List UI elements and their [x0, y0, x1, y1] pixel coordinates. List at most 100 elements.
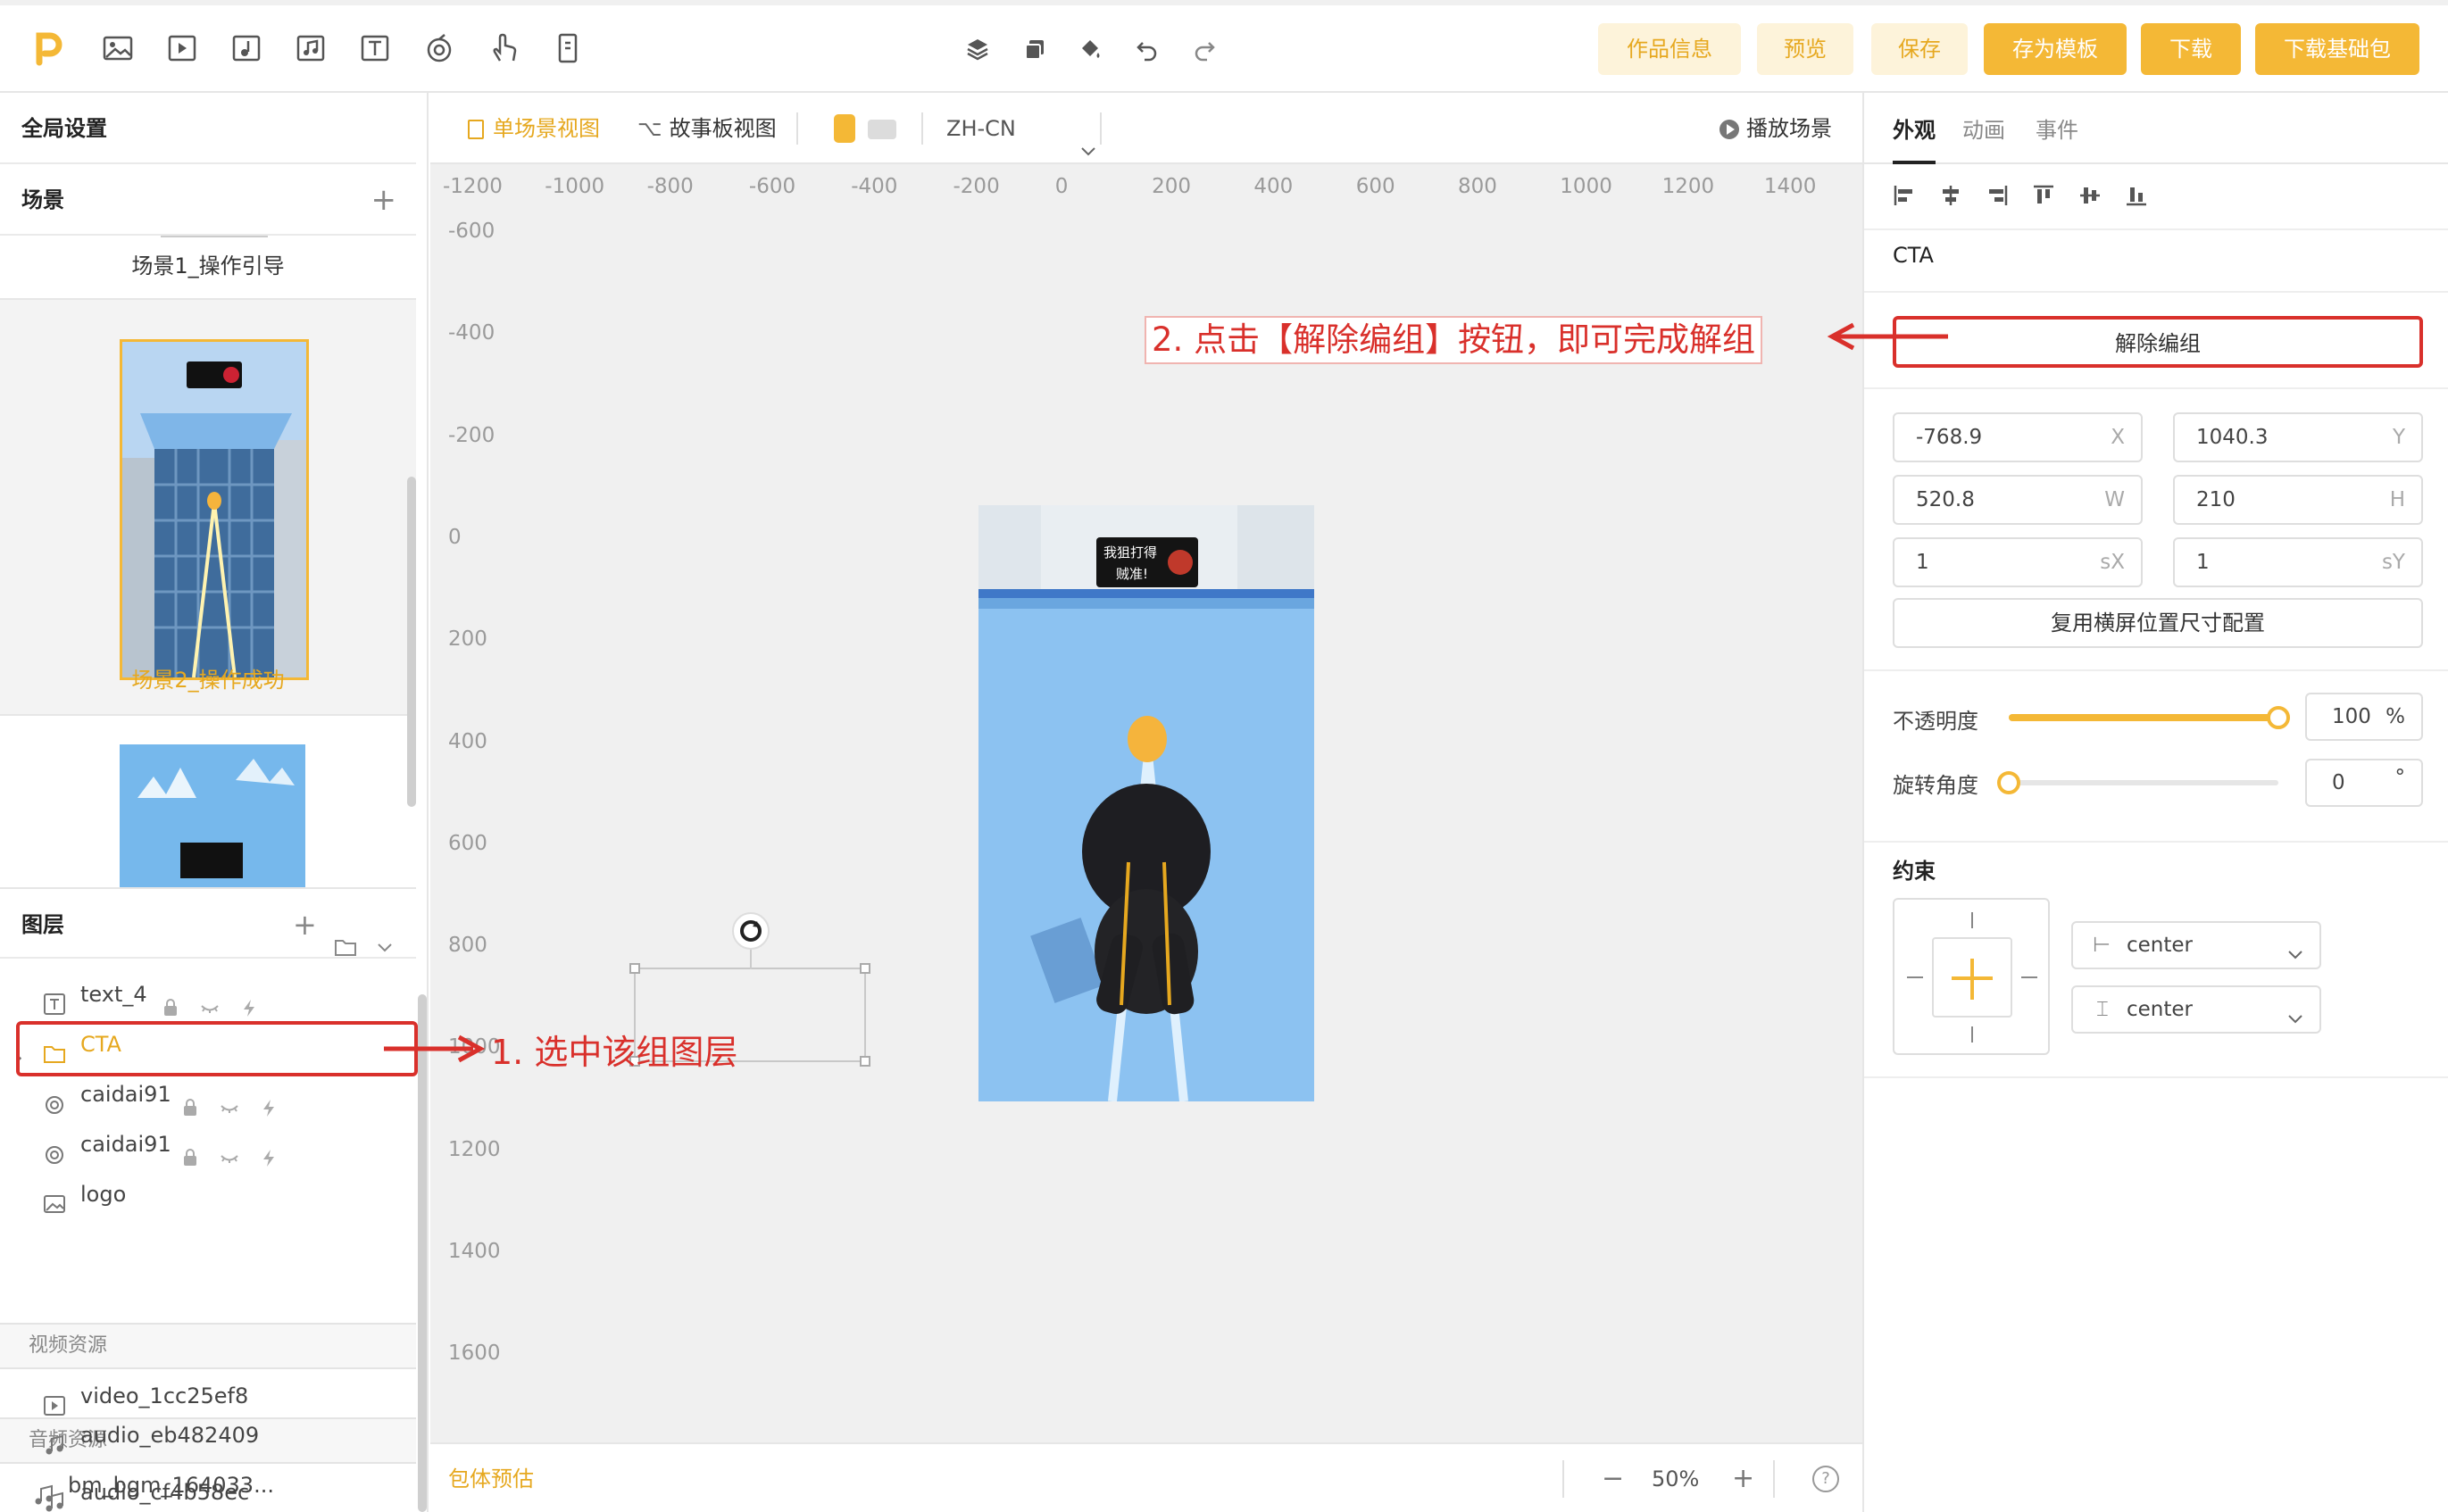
resize-handle[interactable] — [629, 963, 640, 974]
text-icon[interactable] — [359, 32, 391, 64]
scene-thumb-edge — [161, 236, 268, 237]
constraint-right[interactable] — [2021, 976, 2037, 978]
zoom-in-button[interactable]: + — [1732, 1444, 1754, 1512]
align-top-icon[interactable] — [2032, 184, 2055, 211]
align-center-h-icon[interactable] — [1939, 184, 1962, 211]
rotation-slider-knob[interactable] — [1997, 771, 2020, 794]
ungroup-button[interactable]: 解除编组 — [1893, 316, 2423, 368]
single-scene-view-tab[interactable]: 单场景视图 — [468, 93, 600, 164]
scale-x-field[interactable]: 1 sX — [1893, 537, 2143, 587]
portrait-toggle[interactable] — [834, 114, 855, 143]
download-base-button[interactable]: 下载基础包 — [2255, 23, 2419, 75]
align-right-icon[interactable] — [1986, 184, 2009, 211]
scene-scrollbar[interactable] — [407, 477, 416, 807]
tab-animation[interactable]: 动画 — [1962, 112, 2005, 144]
global-settings-header[interactable]: 全局设置 — [0, 93, 416, 164]
layer-row[interactable]: logo — [0, 1169, 416, 1219]
folder-icon[interactable] — [334, 914, 357, 956]
align-left-icon[interactable] — [1893, 184, 1916, 211]
align-middle-v-icon[interactable] — [2078, 184, 2102, 211]
copy-icon[interactable] — [1021, 36, 1048, 62]
storyboard-view-tab[interactable]: ⌥ 故事板视图 — [637, 93, 777, 164]
chevron-down-icon — [1078, 118, 1098, 156]
lightning-icon[interactable] — [259, 1135, 279, 1167]
video-icon[interactable] — [166, 32, 198, 64]
game-banner-line1: 我狙打得 — [1103, 544, 1157, 561]
height-unit: H — [2389, 488, 2405, 511]
tab-events[interactable]: 事件 — [2036, 112, 2078, 144]
video-icon — [43, 1385, 66, 1416]
constraint-center-box[interactable] — [1932, 937, 2012, 1018]
play-scene-button[interactable]: 播放场景 — [1719, 93, 1832, 164]
height-field[interactable]: 210 H — [2173, 475, 2423, 525]
package-estimate-link[interactable]: 包体预估 — [448, 1444, 534, 1512]
opacity-slider-fill — [2009, 714, 2278, 721]
align-bottom-icon[interactable] — [2125, 184, 2148, 211]
resource-row[interactable]: bm_bgm_164033... — [0, 1460, 416, 1510]
resize-handle[interactable] — [860, 1056, 870, 1067]
horizontal-constraint-select[interactable]: ⊢ center — [2071, 921, 2321, 969]
audio-icon[interactable] — [230, 32, 262, 64]
scale-y-field[interactable]: 1 sY — [2173, 537, 2423, 587]
music-note-icon — [43, 1425, 66, 1455]
layers-icon[interactable] — [964, 36, 991, 62]
eye-closed-icon[interactable] — [220, 1085, 239, 1113]
constraint-top[interactable] — [1971, 912, 1973, 928]
reuse-landscape-button[interactable]: 复用横屏位置尺寸配置 — [1893, 598, 2423, 648]
save-template-button[interactable]: 存为模板 — [1984, 23, 2127, 75]
help-icon[interactable]: ? — [1812, 1466, 1839, 1492]
ribbon-icon[interactable] — [423, 32, 455, 64]
music-icon[interactable] — [295, 32, 327, 64]
touch-icon[interactable] — [487, 32, 520, 64]
layer-row[interactable]: text_4 — [0, 969, 416, 1019]
y-field[interactable]: 1040.3 Y — [2173, 412, 2423, 462]
vertical-constraint-select[interactable]: ⌶ center — [2071, 985, 2321, 1034]
layer-row[interactable]: caidai91 — [0, 1119, 416, 1169]
lock-icon[interactable] — [180, 1135, 200, 1166]
lightning-icon[interactable] — [239, 985, 259, 1017]
eye-closed-icon[interactable] — [220, 1135, 239, 1163]
x-field[interactable]: -768.9 X — [1893, 412, 2143, 462]
game-preview[interactable]: 我狙打得 贼准! — [978, 505, 1314, 1101]
branch-icon: ⌥ — [637, 116, 662, 141]
zoom-out-button[interactable]: − — [1602, 1444, 1624, 1512]
image-icon[interactable] — [102, 32, 134, 64]
layer-scrollbar[interactable] — [418, 994, 427, 1512]
constraint-widget[interactable] — [1893, 898, 2050, 1055]
scene-item[interactable] — [0, 714, 416, 887]
rotation-slider[interactable] — [1997, 771, 2278, 794]
constraint-left[interactable] — [1907, 976, 1923, 978]
device-icon[interactable] — [552, 32, 584, 64]
redo-icon[interactable] — [1191, 36, 1218, 62]
lightning-icon[interactable] — [259, 1085, 279, 1117]
language-select[interactable]: ZH-CN — [946, 93, 1098, 164]
lock-icon[interactable] — [161, 985, 180, 1016]
add-layer-icon[interactable]: + — [293, 889, 317, 960]
opacity-input[interactable]: 100% — [2305, 693, 2423, 741]
rotation-input[interactable]: 0 ° — [2305, 759, 2423, 807]
tab-appearance[interactable]: 外观 — [1893, 112, 1936, 144]
opacity-slider-knob[interactable] — [2267, 706, 2290, 729]
save-button[interactable]: 保存 — [1871, 23, 1968, 75]
add-scene-icon[interactable]: + — [371, 164, 397, 236]
scene-item[interactable]: 场景1_操作引导 — [0, 236, 416, 300]
download-button[interactable]: 下载 — [2141, 23, 2241, 75]
y-unit: Y — [2392, 426, 2405, 449]
work-info-button[interactable]: 作品信息 — [1598, 23, 1741, 75]
rotate-handle-icon[interactable] — [732, 912, 770, 950]
landscape-toggle[interactable] — [868, 120, 896, 139]
resource-row[interactable]: audio_eb482409 — [0, 1410, 416, 1460]
constraint-bottom[interactable] — [1971, 1026, 1973, 1043]
chevron-down-icon[interactable] — [375, 914, 395, 952]
preview-button[interactable]: 预览 — [1757, 23, 1853, 75]
resize-handle[interactable] — [860, 963, 870, 974]
width-field[interactable]: 520.8 W — [1893, 475, 2143, 525]
bucket-icon[interactable] — [1077, 36, 1103, 62]
opacity-slider[interactable] — [2009, 706, 2290, 729]
eye-closed-icon[interactable] — [200, 985, 220, 1013]
divider — [1864, 387, 2448, 389]
lock-icon[interactable] — [180, 1085, 200, 1116]
scene-item-active[interactable] — [0, 302, 416, 680]
layer-row[interactable]: caidai91 — [0, 1069, 416, 1119]
undo-icon[interactable] — [1134, 36, 1161, 62]
